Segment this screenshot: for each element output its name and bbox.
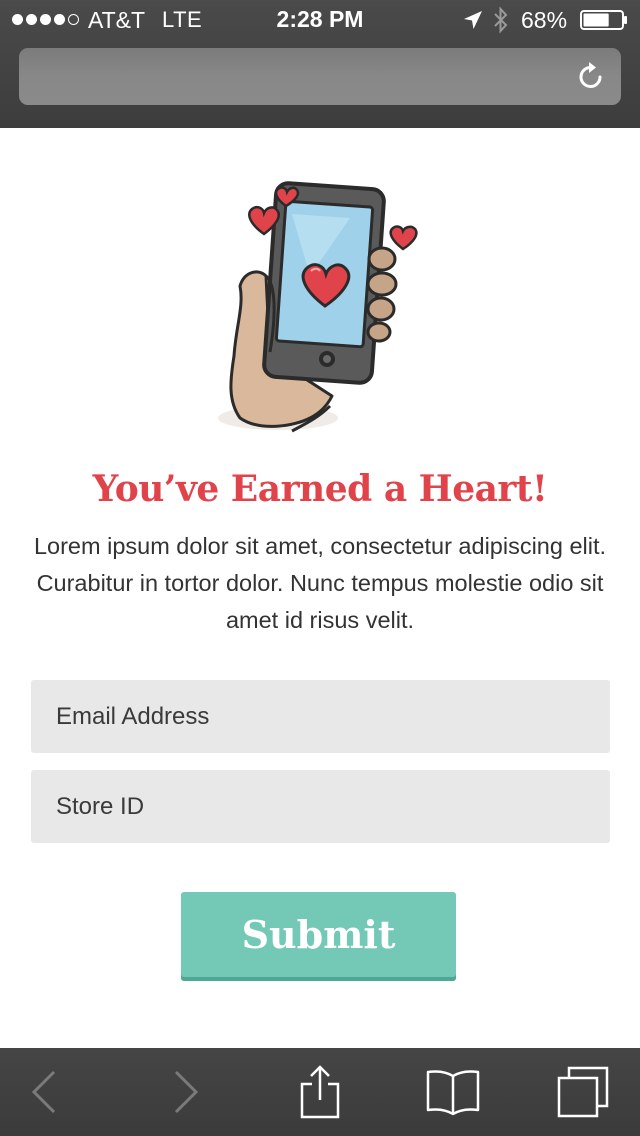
tabs-button[interactable] bbox=[545, 1048, 620, 1136]
location-arrow-icon bbox=[464, 11, 482, 29]
page-title: You’ve Earned a Heart! bbox=[92, 468, 548, 510]
page-content: You’ve Earned a Heart! Lorem ipsum dolor… bbox=[0, 128, 640, 1048]
safari-page: AT&T LTE 2:28 PM 68% You’ve Earned a Hea… bbox=[0, 0, 640, 1136]
address-bar[interactable] bbox=[19, 48, 621, 105]
tabs-icon bbox=[557, 1066, 608, 1118]
share-icon bbox=[300, 1065, 340, 1119]
status-bar: AT&T LTE 2:28 PM 68% bbox=[0, 0, 640, 40]
forward-icon bbox=[174, 1070, 199, 1114]
battery-icon bbox=[580, 10, 627, 30]
browser-top-chrome: AT&T LTE 2:28 PM 68% bbox=[0, 0, 640, 128]
share-button[interactable] bbox=[285, 1048, 355, 1136]
back-button[interactable] bbox=[10, 1048, 80, 1136]
bluetooth-icon bbox=[494, 6, 508, 34]
forward-button[interactable] bbox=[150, 1048, 220, 1136]
submit-button[interactable]: Submit bbox=[181, 892, 456, 981]
hand-holding-phone-illustration bbox=[218, 181, 418, 433]
store-id-field[interactable] bbox=[31, 770, 610, 843]
reload-icon[interactable] bbox=[575, 60, 607, 92]
back-icon bbox=[31, 1070, 56, 1114]
bookmarks-icon bbox=[426, 1070, 479, 1116]
bookmarks-button[interactable] bbox=[415, 1048, 490, 1136]
email-field[interactable] bbox=[31, 680, 610, 753]
browser-toolbar bbox=[0, 1048, 640, 1136]
description-text: Lorem ipsum dolor sit amet, consectetur … bbox=[33, 533, 607, 633]
battery-percentage: 68% bbox=[521, 7, 568, 33]
